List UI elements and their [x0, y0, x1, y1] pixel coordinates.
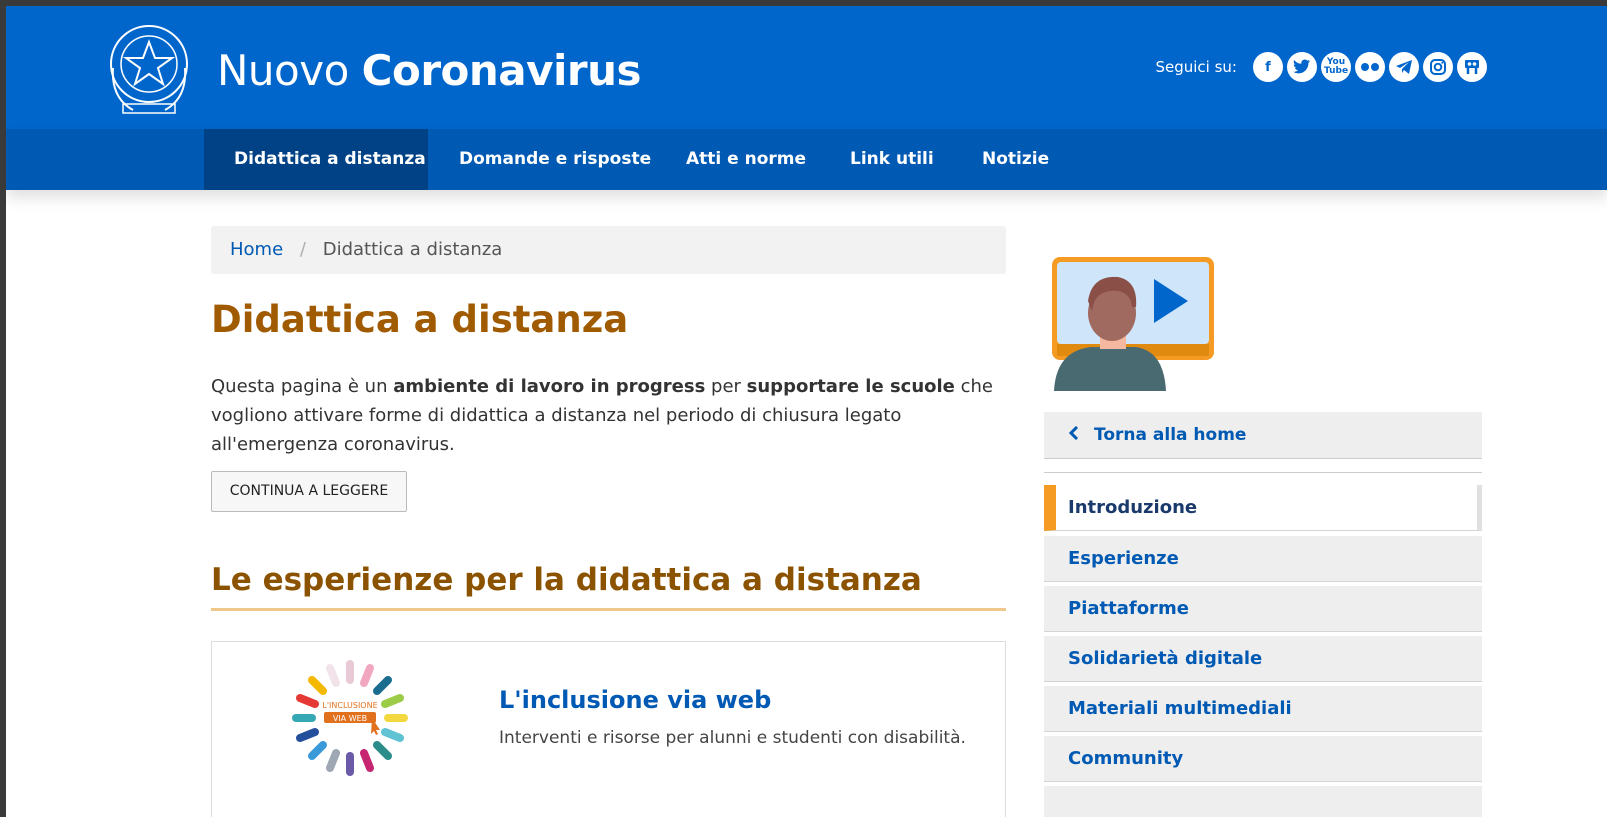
- experience-card[interactable]: L'INCLUSIONE VIA WEB L'inclusione via we…: [211, 641, 1006, 817]
- slideshare-icon[interactable]: [1457, 52, 1487, 82]
- back-to-home-link[interactable]: Torna alla home: [1044, 412, 1482, 459]
- breadcrumb: Home / Didattica a distanza: [211, 226, 1006, 274]
- nav-item-link-utili[interactable]: Link utili: [820, 129, 964, 190]
- inclusione-logo: L'INCLUSIONE VIA WEB: [292, 660, 408, 776]
- sidebar-item-more[interactable]: [1044, 786, 1482, 817]
- breadcrumb-home-link[interactable]: Home: [230, 239, 283, 260]
- intro-text-2: per: [705, 376, 747, 397]
- sidebar-divider: [1044, 472, 1482, 473]
- site-title-bold: Coronavirus: [361, 46, 642, 95]
- distance-learning-illustration: [1052, 257, 1214, 391]
- browser-viewport: Nuovo Coronavirus Seguici su: f YouTube: [6, 6, 1607, 817]
- intro-text-1: Questa pagina è un: [211, 376, 394, 397]
- continue-reading-button[interactable]: CONTINUA A LEGGERE: [211, 471, 407, 512]
- sidebar-item-esperienze[interactable]: Esperienze: [1044, 536, 1482, 582]
- back-label: Torna alla home: [1094, 425, 1247, 445]
- nav-item-atti[interactable]: Atti e norme: [656, 129, 836, 190]
- site-header: Nuovo Coronavirus Seguici su: f You Tube: [6, 6, 1607, 129]
- chevron-left-icon: [1068, 412, 1080, 459]
- breadcrumb-separator: /: [299, 239, 306, 260]
- social-label: Seguici su:: [1155, 58, 1237, 76]
- facebook-icon[interactable]: f: [1253, 52, 1283, 82]
- youtube-icon[interactable]: You Tube: [1321, 52, 1351, 82]
- nav-item-domande[interactable]: Domande e risposte: [429, 129, 681, 190]
- logo-text-line1: L'INCLUSIONE: [322, 701, 377, 710]
- breadcrumb-current: Didattica a distanza: [322, 239, 503, 260]
- social-links: Seguici su: f You Tube: [1155, 52, 1487, 82]
- intro-bold-2: supportare le scuole: [746, 376, 955, 397]
- sidebar-item-piattaforme[interactable]: Piattaforme: [1044, 586, 1482, 632]
- sidebar-item-community[interactable]: Community: [1044, 736, 1482, 782]
- instagram-icon[interactable]: [1423, 52, 1453, 82]
- logo-text-line2: VIA WEB: [333, 714, 367, 723]
- card-description: Interventi e risorse per alunni e studen…: [499, 728, 966, 748]
- sidebar-item-introduzione[interactable]: Introduzione: [1044, 485, 1482, 531]
- site-title[interactable]: Nuovo Coronavirus: [217, 46, 642, 95]
- nav-item-notizie[interactable]: Notizie: [952, 129, 1079, 190]
- intro-paragraph: Questa pagina è un ambiente di lavoro in…: [211, 372, 1011, 459]
- main-navbar: Didattica a distanza Domande e risposte …: [6, 129, 1607, 190]
- card-title-link[interactable]: L'inclusione via web: [499, 686, 771, 714]
- page-title: Didattica a distanza: [211, 298, 629, 341]
- flickr-icon[interactable]: [1355, 52, 1385, 82]
- telegram-icon[interactable]: [1389, 52, 1419, 82]
- sidebar-item-solidarieta[interactable]: Solidarietà digitale: [1044, 636, 1482, 682]
- nav-item-didattica[interactable]: Didattica a distanza: [204, 129, 428, 190]
- sidebar-item-materiali[interactable]: Materiali multimediali: [1044, 686, 1482, 732]
- intro-bold-1: ambiente di lavoro in progress: [393, 376, 706, 397]
- emblem-icon[interactable]: [103, 18, 195, 118]
- site-title-light: Nuovo: [217, 46, 349, 95]
- twitter-icon[interactable]: [1287, 52, 1317, 82]
- section-title: Le esperienze per la didattica a distanz…: [211, 562, 1006, 611]
